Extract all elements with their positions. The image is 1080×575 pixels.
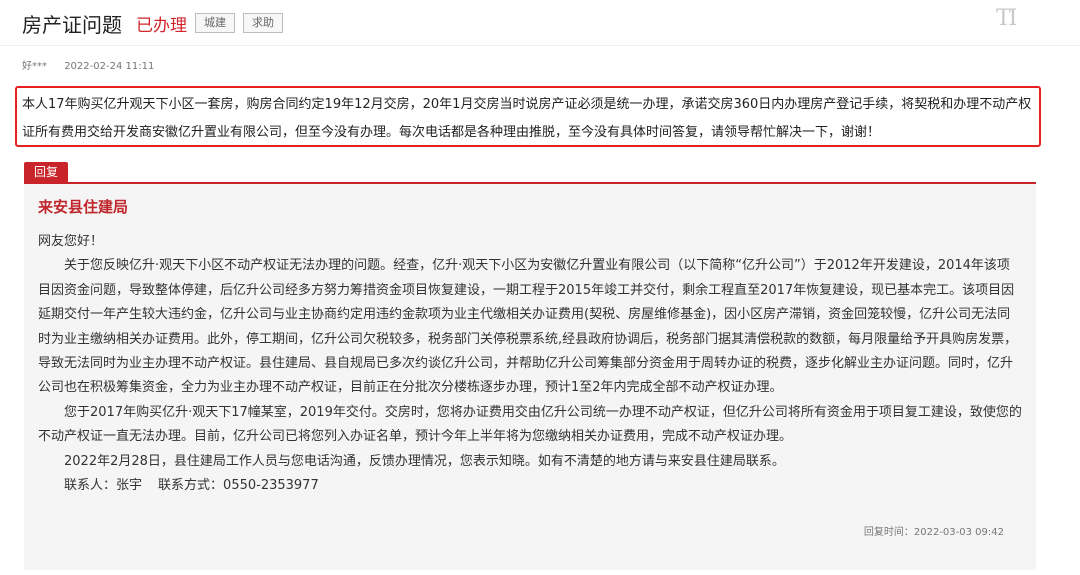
contact-person: 张宇 <box>116 478 143 494</box>
reply-body: 网友您好！ 关于您反映亿升·观天下小区不动产权证无法办理的问题。经查，亿升·观天… <box>38 230 1022 498</box>
contact-phone-label: 联系方式： <box>158 478 224 494</box>
contact-person-label: 联系人： <box>64 478 117 494</box>
reply-box: 来安县住建局 网友您好！ 关于您反映亿升·观天下小区不动产权证无法办理的问题。经… <box>24 182 1036 570</box>
complaint-detail-page: 房产证问题 已办理 城建 求助 TI 好*** 2022-02-24 11:11… <box>0 0 1080 575</box>
reply-paragraph: 关于您反映亿升·观天下小区不动产权证无法办理的问题。经查，亿升·观天下小区为安徽… <box>38 258 1018 396</box>
contact-phone: 0550-2353977 <box>223 478 319 494</box>
font-size-toggle-icon[interactable]: TI <box>996 6 1017 31</box>
header: 房产证问题 已办理 城建 求助 <box>22 8 283 38</box>
reply-paragraph: 您于2017年购买亿升·观天下17幢某室，2019年交付。交房时，您将办证费用交… <box>38 404 1022 445</box>
tag-type[interactable]: 求助 <box>243 13 283 33</box>
reply-time: 回复时间：2022-03-03 09:42 <box>864 523 1004 538</box>
reply-paragraph: 2022年2月28日，县住建局工作人员与您电话沟通，反馈办理情况，您表示知晓。如… <box>64 453 785 469</box>
post-time: 2022-02-24 11:11 <box>64 61 155 72</box>
reply-organization: 来安县住建局 <box>38 198 129 216</box>
reply-greeting: 网友您好！ <box>38 234 104 249</box>
reply-time-label: 回复时间： <box>863 527 914 538</box>
reply-time-value: 2022-03-03 09:42 <box>913 527 1004 538</box>
reply-tag: 回复 <box>24 162 69 182</box>
post-meta: 好*** 2022-02-24 11:11 <box>22 57 154 72</box>
page-title: 房产证问题 <box>22 12 122 37</box>
post-author: 好*** <box>22 61 47 72</box>
header-divider <box>0 45 1080 46</box>
status-label: 已办理 <box>136 15 187 36</box>
tag-category[interactable]: 城建 <box>195 13 235 33</box>
question-text: 本人17年购买亿升观天下小区一套房，购房合同约定19年12月交房，20年1月交房… <box>15 86 1041 147</box>
reply-contact: 联系人：张宇 联系方式：0550-2353977 <box>38 474 1022 498</box>
